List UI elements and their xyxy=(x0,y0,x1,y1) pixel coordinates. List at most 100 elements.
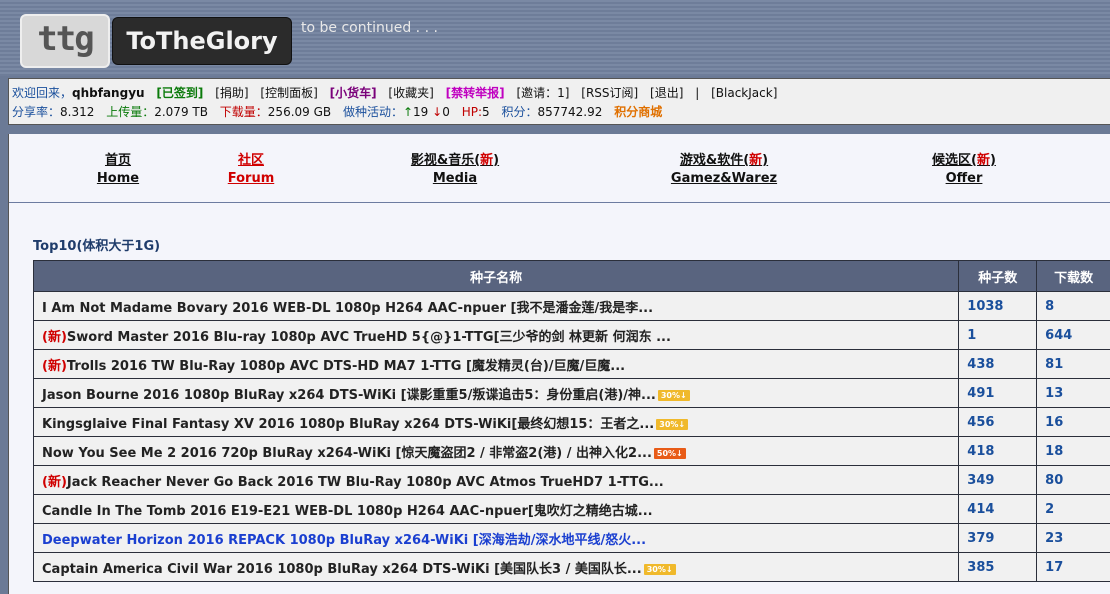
downloads-cell[interactable]: 8 xyxy=(1036,291,1110,321)
torrent-title-link[interactable]: Kingsglaive Final Fantasy XV 2016 1080p … xyxy=(42,417,654,432)
user-info-bar: 欢迎回来，qhbfangyu [已签到] [捐助] [控制面板] [小货车] [… xyxy=(8,78,1110,125)
main-content: 首页 Home 社区 Forum 影视&音乐(新) Media 游戏&软件(新)… xyxy=(8,134,1110,594)
seeding-down-count: 0 xyxy=(442,105,450,119)
torrent-title-link[interactable]: Captain America Civil War 2016 1080p Blu… xyxy=(42,562,642,577)
report-link[interactable]: [禁转举报] xyxy=(446,86,505,100)
donate-link[interactable]: [捐助] xyxy=(215,86,248,100)
seeders-cell[interactable]: 418 xyxy=(958,436,1038,466)
arrow-up-icon: ↑ xyxy=(402,105,414,119)
cart-link[interactable]: [小货车] xyxy=(330,86,377,100)
seeders-cell[interactable]: 414 xyxy=(958,494,1038,524)
site-logo[interactable]: ttg xyxy=(20,14,110,68)
blackjack-link[interactable]: [BlackJack] xyxy=(711,86,777,100)
downloads-cell[interactable]: 81 xyxy=(1036,349,1110,379)
table-row[interactable]: (新)Sword Master 2016 Blu-ray 1080p AVC T… xyxy=(32,320,1110,350)
torrent-title-link[interactable]: I Am Not Madame Bovary 2016 WEB-DL 1080p… xyxy=(42,301,653,316)
downloads-cell[interactable]: 644 xyxy=(1036,320,1110,350)
table-header-row: 种子名称 种子数 下载数 xyxy=(32,260,1110,292)
downloads-cell[interactable]: 23 xyxy=(1036,523,1110,553)
torrent-name-cell: (新)Sword Master 2016 Blu-ray 1080p AVC T… xyxy=(32,320,960,350)
table-row[interactable]: Now You See Me 2 2016 720p BluRay x264-W… xyxy=(32,436,1110,466)
seeders-cell[interactable]: 491 xyxy=(958,378,1038,408)
torrent-name-cell: I Am Not Madame Bovary 2016 WEB-DL 1080p… xyxy=(32,291,960,321)
nav-home-en[interactable]: Home xyxy=(86,170,150,188)
column-header-seeders[interactable]: 种子数 xyxy=(958,260,1038,292)
username-link[interactable]: qhbfangyu xyxy=(72,86,145,100)
nav-home[interactable]: 首页 Home xyxy=(86,152,150,188)
nav-media-en[interactable]: Media xyxy=(400,170,510,188)
points-shop-link[interactable]: 积分商城 xyxy=(614,105,662,119)
downloads-cell[interactable]: 13 xyxy=(1036,378,1110,408)
new-tag: (新) xyxy=(42,358,67,374)
table-row[interactable]: (新)Trolls 2016 TW Blu-Ray 1080p AVC DTS-… xyxy=(32,349,1110,379)
torrent-title-link[interactable]: Jason Bourne 2016 1080p BluRay x264 DTS-… xyxy=(42,388,656,403)
nav-home-cn[interactable]: 首页 xyxy=(86,152,150,170)
torrent-title-link[interactable]: Now You See Me 2 2016 720p BluRay x264-W… xyxy=(42,446,652,461)
nav-media[interactable]: 影视&音乐(新) Media xyxy=(400,152,510,188)
nav-offer-cn[interactable]: 候选区(新) xyxy=(918,152,1010,170)
discount-badge: 50%↓ xyxy=(653,447,686,459)
section-title: Top10(体积大于1G) xyxy=(33,239,161,254)
table-row[interactable]: Kingsglaive Final Fantasy XV 2016 1080p … xyxy=(32,407,1110,437)
new-tag: (新) xyxy=(42,474,67,490)
table-row[interactable]: Candle In The Tomb 2016 E19-E21 WEB-DL 1… xyxy=(32,494,1110,524)
downloads-cell[interactable]: 17 xyxy=(1036,552,1110,582)
header-banner: ttg ToTheGlory to be continued . . . xyxy=(0,0,1110,76)
nav-forum[interactable]: 社区 Forum xyxy=(219,152,283,188)
seeders-cell[interactable]: 1 xyxy=(958,320,1038,350)
seeders-cell[interactable]: 379 xyxy=(958,523,1038,553)
torrent-name-cell: (新)Trolls 2016 TW Blu-Ray 1080p AVC DTS-… xyxy=(32,349,960,379)
rss-link[interactable]: [RSS订阅] xyxy=(581,86,638,100)
invite-link[interactable]: [邀请：1] xyxy=(516,86,569,100)
logout-link[interactable]: [退出] xyxy=(650,86,683,100)
points-label: 积分： xyxy=(501,105,538,119)
nav-offer-en[interactable]: Offer xyxy=(918,170,1010,188)
torrent-title-link[interactable]: Candle In The Tomb 2016 E19-E21 WEB-DL 1… xyxy=(42,504,653,519)
torrent-title-link[interactable]: Deepwater Horizon 2016 REPACK 1080p BluR… xyxy=(42,533,646,548)
torrent-name-cell: Now You See Me 2 2016 720p BluRay x264-W… xyxy=(32,436,960,466)
top10-table: 种子名称 种子数 下载数 I Am Not Madame Bovary 2016… xyxy=(32,260,1110,582)
seeders-cell[interactable]: 349 xyxy=(958,465,1038,495)
nav-offer[interactable]: 候选区(新) Offer xyxy=(918,152,1010,188)
torrent-title-link[interactable]: Trolls 2016 TW Blu-Ray 1080p AVC DTS-HD … xyxy=(67,359,625,374)
site-name-logo[interactable]: ToTheGlory xyxy=(112,17,292,65)
divider: | xyxy=(695,86,700,100)
nav-forum-en[interactable]: Forum xyxy=(219,170,283,188)
table-row[interactable]: Captain America Civil War 2016 1080p Blu… xyxy=(32,552,1110,582)
welcome-text: 欢迎回来， xyxy=(12,86,73,100)
control-panel-link[interactable]: [控制面板] xyxy=(260,86,317,100)
user-links-row: 欢迎回来，qhbfangyu [已签到] [捐助] [控制面板] [小货车] [… xyxy=(12,84,777,101)
favorites-link[interactable]: [收藏夹] xyxy=(388,86,433,100)
nav-forum-cn[interactable]: 社区 xyxy=(219,152,283,170)
nav-gamez-cn[interactable]: 游戏&软件(新) xyxy=(669,152,779,170)
torrent-name-cell: Kingsglaive Final Fantasy XV 2016 1080p … xyxy=(32,407,960,437)
seeding-label: 做种活动： xyxy=(342,105,403,119)
downloaded-label: 下载量： xyxy=(219,105,268,119)
torrent-title-link[interactable]: Jack Reacher Never Go Back 2016 TW Blu-R… xyxy=(67,475,664,490)
table-row[interactable]: Deepwater Horizon 2016 REPACK 1080p BluR… xyxy=(32,523,1110,553)
discount-badge: 30%↓ xyxy=(656,418,689,430)
nav-media-cn[interactable]: 影视&音乐(新) xyxy=(400,152,510,170)
new-tag: (新) xyxy=(42,329,67,345)
torrent-name-cell: Jason Bourne 2016 1080p BluRay x264 DTS-… xyxy=(32,378,960,408)
table-row[interactable]: Jason Bourne 2016 1080p BluRay x264 DTS-… xyxy=(32,378,1110,408)
seeders-cell[interactable]: 438 xyxy=(958,349,1038,379)
nav-gamez[interactable]: 游戏&软件(新) Gamez&Warez xyxy=(669,152,779,188)
points-value: 857742.92 xyxy=(537,105,603,119)
downloads-cell[interactable]: 18 xyxy=(1036,436,1110,466)
downloads-cell[interactable]: 16 xyxy=(1036,407,1110,437)
main-nav: 首页 Home 社区 Forum 影视&音乐(新) Media 游戏&软件(新)… xyxy=(9,134,1110,203)
table-row[interactable]: (新)Jack Reacher Never Go Back 2016 TW Bl… xyxy=(32,465,1110,495)
downloaded-value: 256.09 GB xyxy=(267,105,332,119)
nav-gamez-en[interactable]: Gamez&Warez xyxy=(669,170,779,188)
torrent-title-link[interactable]: Sword Master 2016 Blu-ray 1080p AVC True… xyxy=(67,330,671,345)
table-row[interactable]: I Am Not Madame Bovary 2016 WEB-DL 1080p… xyxy=(32,291,1110,321)
column-header-name[interactable]: 种子名称 xyxy=(32,260,960,292)
downloads-cell[interactable]: 2 xyxy=(1036,494,1110,524)
downloads-cell[interactable]: 80 xyxy=(1036,465,1110,495)
seeders-cell[interactable]: 385 xyxy=(958,552,1038,582)
seeders-cell[interactable]: 456 xyxy=(958,407,1038,437)
seeders-cell[interactable]: 1038 xyxy=(958,291,1038,321)
tagline: to be continued . . . xyxy=(301,20,438,36)
column-header-downloads[interactable]: 下载数 xyxy=(1036,260,1110,292)
